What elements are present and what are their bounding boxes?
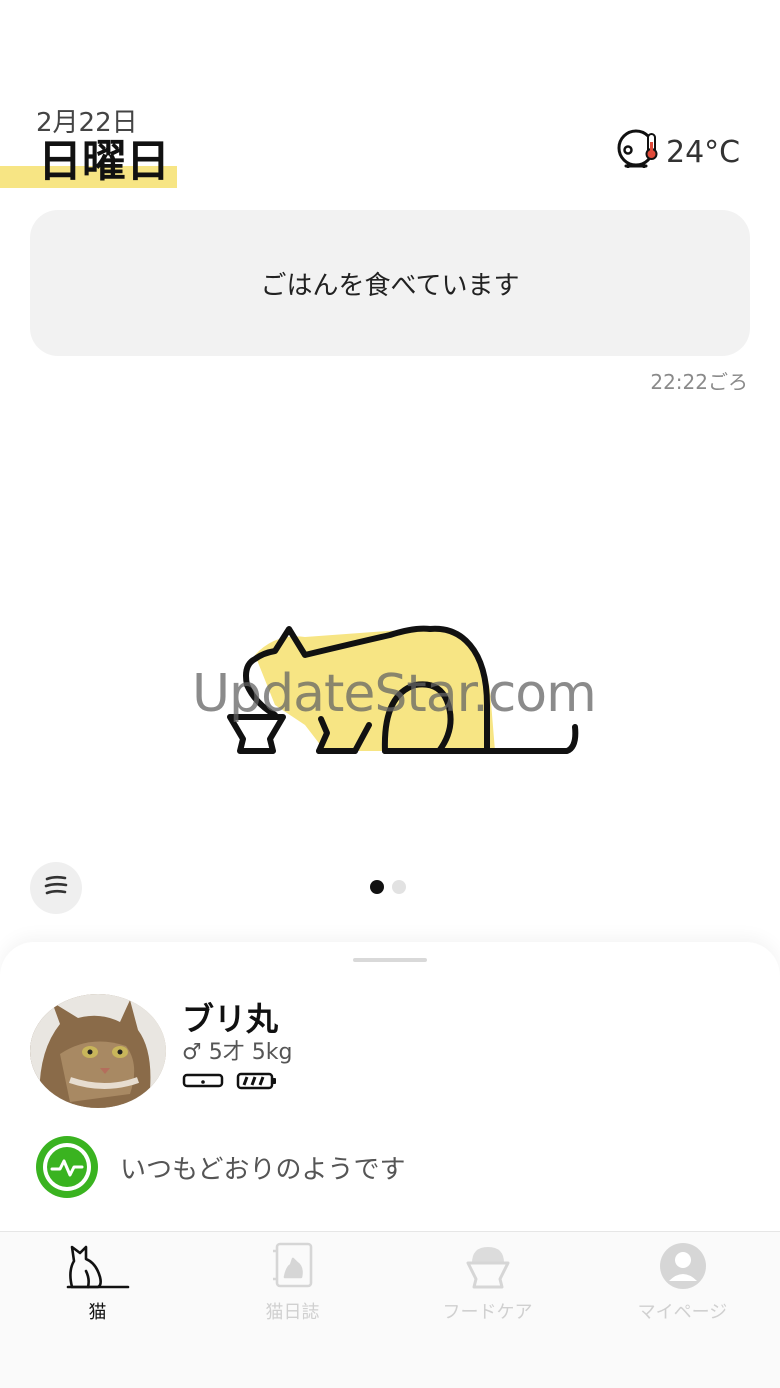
cat-avatar[interactable]: [30, 994, 166, 1108]
food-bowl-icon: [456, 1240, 520, 1292]
tab-cat[interactable]: 猫: [0, 1240, 195, 1324]
page-dot-active[interactable]: [370, 880, 384, 894]
cat-meta: ♂ 5才 5kg: [182, 1040, 293, 1065]
status-message: ごはんを食べています: [260, 270, 520, 301]
cat-info-sheet[interactable]: ブリ丸 ♂ 5才 5kg いつもどおりのようです: [0, 942, 780, 1232]
tab-my-page[interactable]: マイページ: [585, 1240, 780, 1324]
list-menu-icon: [43, 875, 69, 901]
diary-icon: [261, 1240, 325, 1292]
status-time: 22:22ごろ: [650, 370, 748, 394]
tab-label: 猫: [88, 1302, 107, 1323]
sheet-handle[interactable]: [353, 958, 427, 962]
tab-diary[interactable]: 猫日誌: [195, 1240, 390, 1324]
device-status-row: [182, 1072, 278, 1094]
page-indicator: [370, 880, 406, 894]
weekday-title: 日曜日: [38, 136, 170, 187]
heartbeat-icon: [36, 1136, 98, 1198]
bottom-tab-bar: 猫 猫日誌 フードケア マイページ: [0, 1231, 780, 1388]
temperature-display[interactable]: 24°C: [614, 126, 740, 178]
cat-icon: [66, 1240, 130, 1292]
thermometer-device-icon: [614, 126, 662, 178]
tab-label: 猫日誌: [265, 1302, 320, 1323]
battery-icon: [236, 1072, 278, 1094]
tab-label: フードケア: [442, 1302, 533, 1323]
status-card: ごはんを食べています: [30, 210, 750, 356]
person-icon: [651, 1240, 715, 1292]
temperature-value: 24°C: [666, 134, 741, 170]
page-dot[interactable]: [392, 880, 406, 894]
watermark-text: UpdateStar.com: [192, 664, 597, 724]
tab-label: マイページ: [637, 1302, 728, 1323]
health-message: いつもどおりのようです: [120, 1154, 406, 1185]
menu-button[interactable]: [30, 862, 82, 914]
feeder-device-icon: [182, 1072, 224, 1094]
tab-food-care[interactable]: フードケア: [390, 1240, 585, 1324]
health-status[interactable]: いつもどおりのようです: [36, 1136, 405, 1198]
weekday-block: 日曜日: [0, 134, 180, 190]
